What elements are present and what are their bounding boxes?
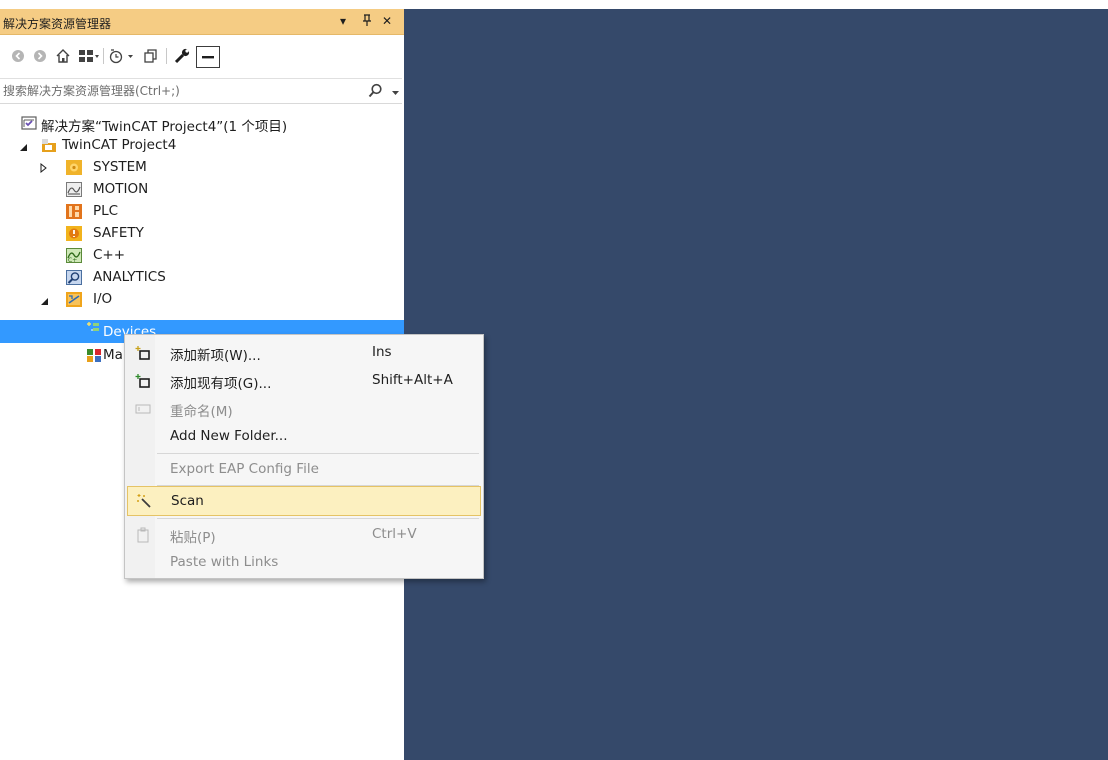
tree-label-analytics: ANALYTICS (93, 269, 166, 285)
menu-shortcut-paste: Ctrl+V (372, 526, 417, 542)
devices-icon (86, 321, 102, 336)
properties-wrench-icon[interactable] (172, 47, 192, 65)
tree-label-io: I/O (93, 291, 113, 307)
tree-label-cpp: C++ (93, 247, 126, 263)
context-menu-separator (157, 453, 479, 454)
io-icon (66, 292, 82, 307)
back-icon[interactable] (10, 47, 26, 65)
search-options-dropdown-icon[interactable] (392, 86, 400, 101)
expanded-arrow-icon[interactable] (19, 141, 29, 151)
menu-label-paste: 粘贴(P) (170, 530, 216, 546)
menu-label-scan: Scan (171, 493, 204, 509)
menu-label-add-existing-item: 添加现有项(G)... (170, 376, 272, 392)
svg-text:C+: C+ (68, 257, 77, 263)
menu-item-rename[interactable]: 重命名(M) (127, 394, 481, 422)
sync-active-document-icon[interactable] (142, 47, 160, 65)
window-position-dropdown-icon[interactable]: ▾ (340, 14, 346, 28)
tree-item-safety[interactable]: SAFETY (0, 222, 404, 244)
tree-item-solution[interactable]: 解决方案“TwinCAT Project4”(1 个项目) (0, 112, 404, 135)
toolbar-separator (166, 48, 167, 64)
solution-search-input[interactable] (3, 82, 358, 100)
toolbar-separator (103, 48, 104, 64)
menu-item-scan[interactable]: Scan (127, 486, 481, 516)
tree-label-plc: PLC (93, 203, 119, 219)
panel-title-bar: 解决方案资源管理器 ▾ ✕ (0, 9, 404, 35)
tree-item-cpp[interactable]: C+ C++ (0, 244, 404, 266)
collapsed-arrow-icon[interactable] (40, 162, 50, 174)
analytics-icon (66, 270, 82, 285)
tree-item-project[interactable]: TwinCAT Project4 (0, 134, 404, 156)
close-icon[interactable]: ✕ (382, 14, 392, 28)
menu-item-add-new-folder[interactable]: Add New Folder... (127, 422, 481, 450)
plc-icon (66, 204, 82, 219)
tree-label-system: SYSTEM (93, 159, 147, 175)
add-existing-item-icon (135, 373, 151, 389)
switch-views-icon[interactable] (78, 47, 100, 65)
mappings-icon (86, 348, 102, 363)
tree-item-analytics[interactable]: ANALYTICS (0, 266, 404, 288)
panel-title: 解决方案资源管理器 (3, 17, 112, 31)
menu-item-export-eap-config-file[interactable]: Export EAP Config File (127, 455, 481, 483)
rename-icon (135, 401, 151, 417)
tree-label-project: TwinCAT Project4 (62, 137, 177, 153)
context-menu: 添加新项(W)... Ins 添加现有项(G)... Shift+Alt+A 重… (124, 334, 484, 579)
paste-icon (135, 527, 151, 543)
twincat-project-icon (41, 138, 57, 153)
top-strip (0, 0, 1108, 9)
panel-toolbar (0, 35, 404, 75)
add-new-item-icon (135, 345, 151, 361)
editor-area (404, 9, 1108, 760)
solution-search-box (0, 78, 402, 104)
menu-label-export-eap-config-file: Export EAP Config File (170, 461, 319, 477)
menu-shortcut-add-existing-item: Shift+Alt+A (372, 372, 453, 388)
menu-item-add-existing-item[interactable]: 添加现有项(G)... Shift+Alt+A (127, 366, 481, 394)
pending-changes-filter-icon[interactable] (108, 47, 136, 65)
menu-label-add-new-folder: Add New Folder... (170, 428, 288, 444)
tree-item-plc[interactable]: PLC (0, 200, 404, 222)
motion-icon (66, 182, 82, 197)
forward-icon[interactable] (32, 47, 48, 65)
system-icon (66, 160, 82, 175)
tree-item-io[interactable]: I/O (0, 288, 404, 310)
search-icon[interactable] (368, 83, 383, 102)
context-menu-separator (157, 518, 479, 519)
tree-label-safety: SAFETY (93, 225, 144, 241)
tree-label-solution: 解决方案“TwinCAT Project4”(1 个项目) (41, 119, 288, 135)
tree-item-system[interactable]: SYSTEM (0, 156, 404, 178)
menu-item-add-new-item[interactable]: 添加新项(W)... Ins (127, 338, 481, 366)
scan-wand-icon (136, 493, 152, 509)
menu-label-paste-with-links: Paste with Links (170, 554, 279, 570)
pin-icon[interactable] (362, 14, 372, 30)
home-icon[interactable] (54, 47, 72, 65)
tree-item-motion[interactable]: MOTION (0, 178, 404, 200)
menu-item-paste-with-links[interactable]: Paste with Links (127, 548, 481, 576)
preview-selected-items-icon[interactable] (196, 46, 220, 68)
cpp-icon: C+ (66, 248, 82, 264)
menu-item-paste[interactable]: 粘贴(P) Ctrl+V (127, 520, 481, 548)
expanded-arrow-icon[interactable] (40, 295, 50, 305)
menu-label-add-new-item: 添加新项(W)... (170, 348, 261, 364)
tree-label-motion: MOTION (93, 181, 149, 197)
safety-icon (66, 226, 82, 241)
menu-shortcut-add-new-item: Ins (372, 344, 392, 360)
solution-icon (21, 116, 37, 131)
menu-label-rename: 重命名(M) (170, 404, 233, 420)
